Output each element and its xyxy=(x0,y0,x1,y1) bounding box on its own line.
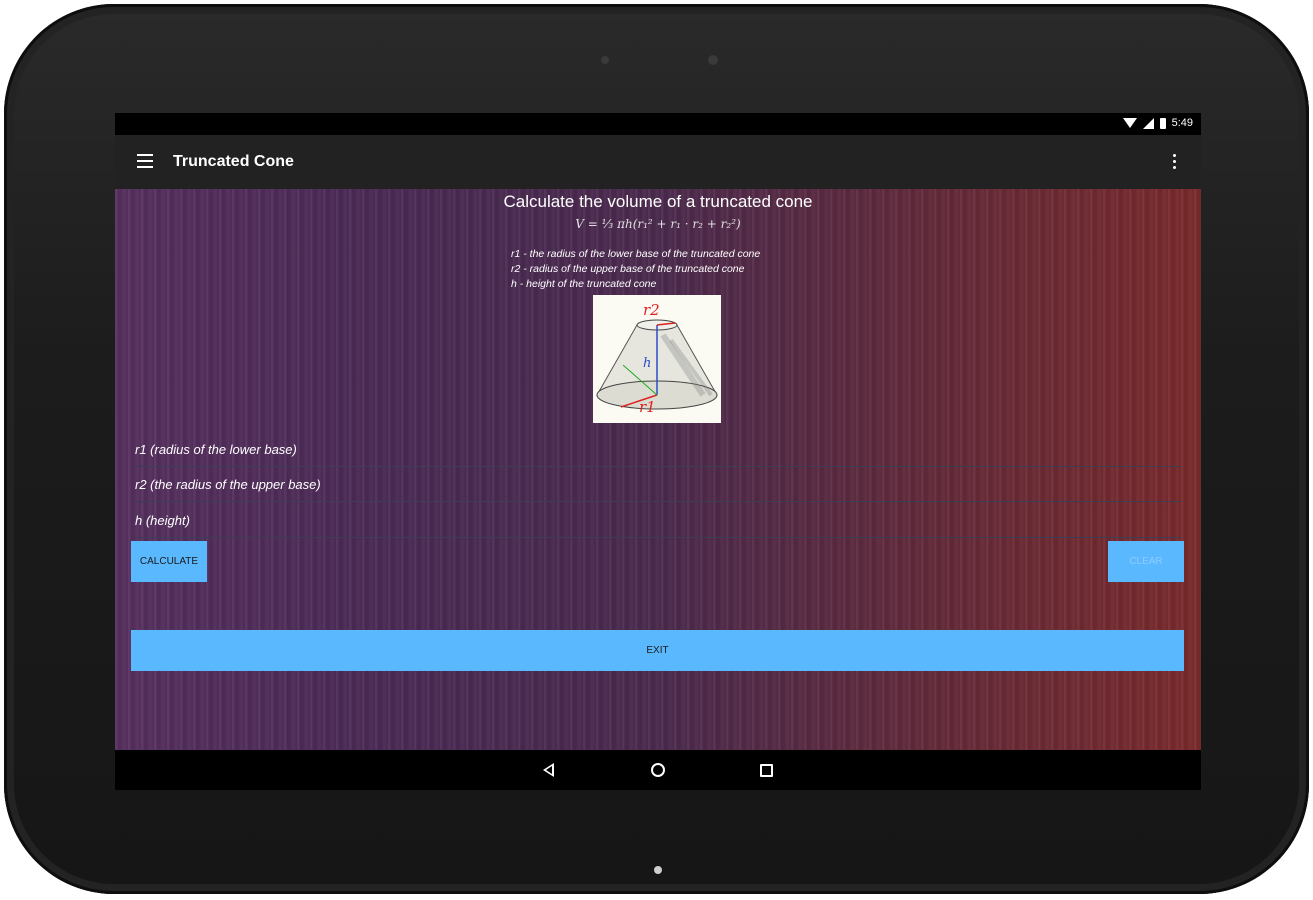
legend-r1: r1 - the radius of the lower base of the… xyxy=(511,248,761,260)
signal-icon xyxy=(1142,117,1154,129)
app-title: Truncated Cone xyxy=(173,153,294,170)
status-time: 5:49 xyxy=(1171,117,1193,129)
device-indicator-dot xyxy=(654,866,662,874)
page-heading: Calculate the volume of a truncated cone xyxy=(503,192,813,211)
r2-field[interactable] xyxy=(135,467,1181,502)
label-r1: r1 xyxy=(639,398,656,416)
legend-h: h - height of the truncated cone xyxy=(511,278,657,290)
calculate-button[interactable]: CALCULATE xyxy=(131,541,207,582)
r2-input[interactable] xyxy=(135,467,1181,501)
menu-icon[interactable] xyxy=(137,154,153,168)
h-input[interactable] xyxy=(135,503,1181,537)
app-bar: Truncated Cone xyxy=(115,135,1201,189)
front-sensor xyxy=(708,55,718,65)
r1-field[interactable] xyxy=(135,432,1181,467)
back-icon[interactable] xyxy=(543,763,554,777)
exit-button[interactable]: EXIT xyxy=(131,630,1184,671)
wifi-icon xyxy=(1122,118,1137,128)
status-bar: 5:49 xyxy=(115,113,1201,135)
navigation-bar xyxy=(115,750,1201,790)
recent-apps-icon[interactable] xyxy=(760,764,773,777)
truncated-cone-illustration: r2 h r1 xyxy=(593,295,721,423)
home-icon[interactable] xyxy=(651,763,665,777)
volume-formula: V = ⅓ πh(r₁² + r₁ · r₂ + r₂²) xyxy=(575,217,741,231)
label-h: h xyxy=(643,356,651,371)
clear-button[interactable]: CLEAR xyxy=(1108,541,1184,582)
h-field[interactable] xyxy=(135,503,1181,538)
formula-legend: r1 - the radius of the lower base of the… xyxy=(511,247,760,292)
overflow-menu-icon[interactable] xyxy=(1173,154,1177,170)
label-r2: r2 xyxy=(643,301,660,319)
battery-icon xyxy=(1159,117,1166,129)
main-content: Calculate the volume of a truncated cone… xyxy=(115,189,1201,750)
front-camera xyxy=(601,56,609,64)
legend-r2: r2 - radius of the upper base of the tru… xyxy=(511,263,745,275)
device-screen: 5:49 Truncated Cone Calculate the volume… xyxy=(115,113,1201,790)
r1-input[interactable] xyxy=(135,432,1181,466)
